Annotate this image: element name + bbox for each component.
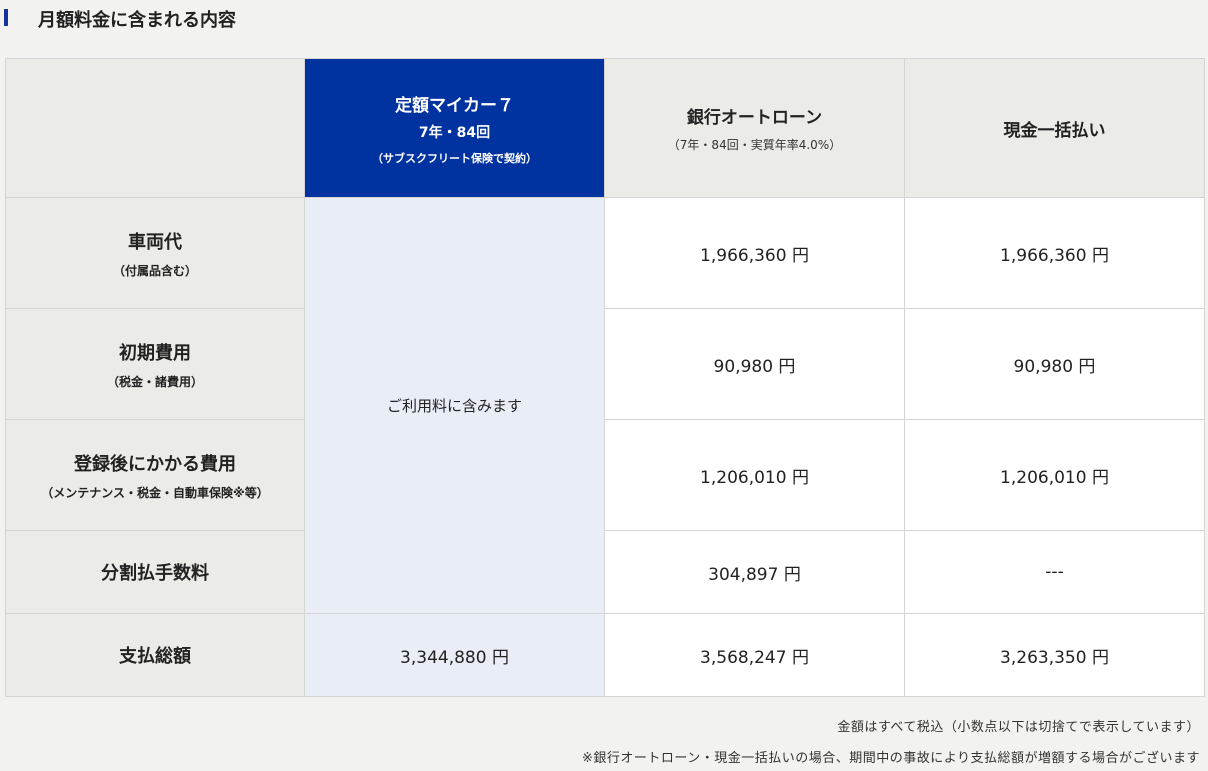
- tax-note: 金額はすべて税込（小数点以下は切捨てで表示しています）: [837, 720, 1200, 735]
- plan-total-value: 3,344,880 円: [400, 647, 509, 668]
- plan-term: 7年・84回: [418, 124, 491, 141]
- cash-name: 現金一括払い: [1003, 120, 1106, 141]
- cell-value: ---: [1045, 562, 1064, 582]
- row-sublabel: （付属品含む）: [112, 263, 197, 278]
- cash-after-cell: 1,206,010 円: [905, 420, 1205, 531]
- cash-initial-cell: 90,980 円: [905, 309, 1205, 420]
- row-label: 初期費用: [119, 342, 191, 364]
- row-label: 分割払手数料: [101, 563, 209, 584]
- column-header-loan: 銀行オートローン （7年・84回・実質年率4.0%）: [605, 59, 905, 198]
- row-header-fee: 分割払手数料: [6, 531, 305, 614]
- loan-note: （7年・84回・実質年率4.0%）: [667, 138, 842, 152]
- column-header-plan: 定額マイカー７ 7年・84回 （サブスクフリート保険で契約）: [305, 59, 605, 198]
- heading-accent-bar: [4, 9, 8, 26]
- cell-value: 304,897 円: [708, 564, 801, 585]
- plan-included-text: ご利用料に含みます: [386, 397, 522, 415]
- row-header-after: 登録後にかかる費用 （メンテナンス・税金・自動車保険※等）: [6, 420, 305, 531]
- corner-cell: [6, 59, 305, 198]
- cash-vehicle-cell: 1,966,360 円: [905, 198, 1205, 309]
- cell-value: 3,263,350 円: [1000, 647, 1109, 668]
- row-sublabel: （税金・諸費用）: [106, 374, 203, 389]
- column-header-cash: 現金一括払い: [905, 59, 1205, 198]
- cell-value: 1,966,360 円: [1000, 245, 1109, 266]
- cell-value: 1,966,360 円: [700, 245, 809, 266]
- cell-value: 90,980 円: [713, 356, 796, 377]
- cell-value: 1,206,010 円: [700, 467, 809, 488]
- row-label: 支払総額: [119, 646, 191, 667]
- comparison-table: 定額マイカー７ 7年・84回 （サブスクフリート保険で契約） 銀行オートローン …: [5, 58, 1205, 697]
- cash-fee-cell: ---: [905, 531, 1205, 614]
- loan-initial-cell: 90,980 円: [605, 309, 905, 420]
- cell-value: 1,206,010 円: [1000, 467, 1109, 488]
- loan-vehicle-cell: 1,966,360 円: [605, 198, 905, 309]
- row-sublabel: （メンテナンス・税金・自動車保険※等）: [41, 485, 269, 500]
- cash-total-cell: 3,263,350 円: [905, 614, 1205, 697]
- plan-note: （サブスクフリート保険で契約）: [372, 151, 537, 165]
- plan-total-cell: 3,344,880 円: [305, 614, 605, 697]
- row-header-initial: 初期費用 （税金・諸費用）: [6, 309, 305, 420]
- loan-total-cell: 3,568,247 円: [605, 614, 905, 697]
- row-header-total: 支払総額: [6, 614, 305, 697]
- plan-name: 定額マイカー７: [395, 95, 514, 116]
- loan-fee-cell: 304,897 円: [605, 531, 905, 614]
- row-header-vehicle: 車両代 （付属品含む）: [6, 198, 305, 309]
- section-heading: 月額料金に含まれる内容: [0, 0, 1208, 34]
- loan-after-cell: 1,206,010 円: [605, 420, 905, 531]
- accident-note: ※銀行オートローン・現金一括払いの場合、期間中の事故により支払総額が増額する場合…: [582, 751, 1200, 766]
- cell-value: 3,568,247 円: [700, 647, 809, 668]
- row-label: 車両代: [128, 231, 182, 253]
- cell-value: 90,980 円: [1013, 356, 1096, 377]
- row-label: 登録後にかかる費用: [74, 453, 236, 475]
- loan-name: 銀行オートローン: [686, 108, 823, 128]
- section-title: 月額料金に含まれる内容: [38, 10, 236, 31]
- plan-included-cell: ご利用料に含みます: [305, 198, 605, 614]
